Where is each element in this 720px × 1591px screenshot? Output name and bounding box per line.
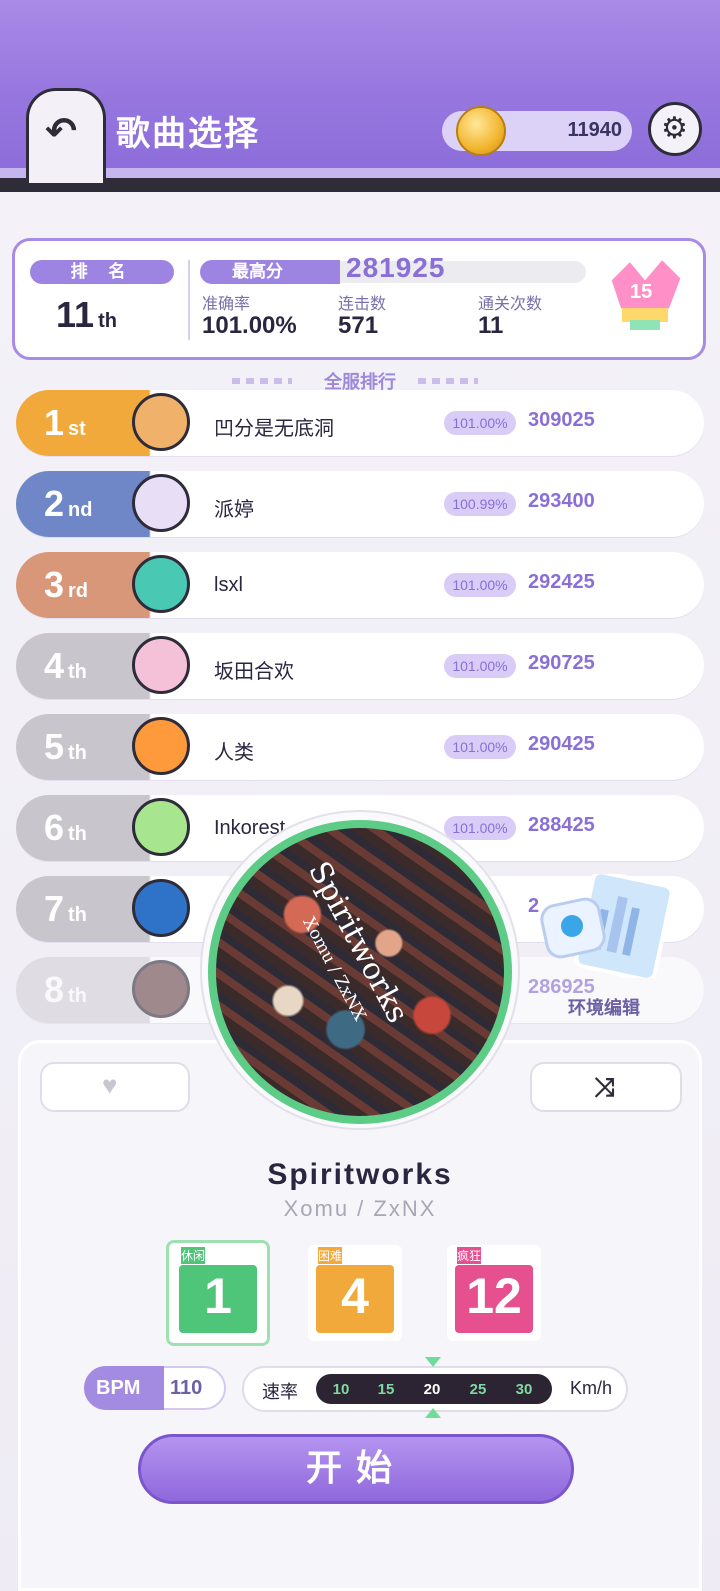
combo-value: 571 bbox=[338, 312, 379, 339]
difficulty-option[interactable]: 困难 4 bbox=[308, 1245, 402, 1341]
score: 309025 bbox=[528, 409, 595, 431]
accuracy-badge: 101.00% bbox=[444, 816, 516, 840]
back-arrow-icon: ↶ bbox=[45, 111, 77, 153]
settings-button[interactable]: ⚙ bbox=[648, 102, 702, 156]
leaderboard-row[interactable]: 5th 人类 101.00% 290425 bbox=[16, 714, 704, 780]
rank-suffix: th bbox=[68, 985, 87, 1007]
rank-number: 2 bbox=[44, 483, 65, 524]
clears-value: 11 bbox=[478, 312, 504, 339]
difficulty-level: 4 bbox=[341, 1268, 369, 1324]
difficulty-level: 12 bbox=[466, 1268, 522, 1324]
score: 292425 bbox=[528, 571, 595, 593]
avatar bbox=[132, 555, 190, 613]
speed-option[interactable]: 10 bbox=[326, 1381, 356, 1398]
player-name: 坂田合欢 bbox=[214, 661, 294, 683]
player-name: lsxl bbox=[214, 574, 243, 596]
rank-number: 3 bbox=[44, 564, 65, 605]
score: 293400 bbox=[528, 490, 595, 512]
coin-count: 11940 bbox=[567, 119, 622, 141]
difficulty-option[interactable]: 疯狂 12 bbox=[447, 1245, 541, 1341]
trophy-stamp-icon: 15 bbox=[608, 255, 684, 330]
rank-label: 排 名 bbox=[30, 260, 174, 284]
accuracy-badge: 101.00% bbox=[444, 654, 516, 678]
rank-number: 5 bbox=[44, 726, 65, 767]
avatar bbox=[132, 474, 190, 532]
gear-icon: ⚙ bbox=[661, 112, 688, 145]
best-score: 281925 bbox=[346, 252, 446, 283]
difficulty-option[interactable]: 休闲 1 bbox=[171, 1245, 265, 1341]
best-score-label: 最高分 bbox=[200, 260, 340, 284]
avatar bbox=[132, 393, 190, 451]
rank-suffix: th bbox=[68, 904, 87, 926]
accuracy-badge: 101.00% bbox=[444, 573, 516, 597]
rank-suffix: th bbox=[68, 823, 87, 845]
combo-label: 连击数 bbox=[338, 296, 387, 313]
divider bbox=[188, 260, 190, 340]
rank-suffix: th bbox=[68, 742, 87, 764]
heart-icon: ♥ bbox=[102, 1070, 118, 1100]
player-name: 人类 bbox=[214, 742, 254, 764]
rank-suffix: st bbox=[68, 418, 86, 440]
accuracy-value: 101.00% bbox=[202, 312, 297, 339]
rank-suffix: nd bbox=[68, 499, 93, 521]
start-button[interactable]: 开始 bbox=[138, 1434, 574, 1504]
speed-unit: Km/h bbox=[570, 1378, 613, 1398]
shuffle-button[interactable]: ⤨ bbox=[530, 1062, 682, 1112]
avatar bbox=[132, 879, 190, 937]
difficulty-label: 休闲 bbox=[181, 1247, 206, 1264]
score: 290425 bbox=[528, 733, 595, 755]
bpm-value: 110 bbox=[170, 1377, 203, 1399]
leaderboard-row[interactable]: 3rd lsxl 101.00% 292425 bbox=[16, 552, 704, 618]
player-name: 派婷 bbox=[214, 499, 254, 521]
shuffle-icon: ⤨ bbox=[594, 1072, 615, 1102]
accuracy-badge: 100.99% bbox=[444, 492, 516, 516]
header-bar bbox=[0, 0, 720, 192]
accuracy-badge: 101.00% bbox=[444, 411, 516, 435]
rank-number: 7 bbox=[44, 888, 65, 929]
environment-edit-icon[interactable] bbox=[538, 874, 672, 978]
speed-marker-top-icon bbox=[425, 1357, 441, 1367]
speed-option[interactable]: 25 bbox=[463, 1381, 493, 1398]
song-artist: Xomu / ZxNX bbox=[283, 1196, 437, 1221]
favorite-button[interactable]: ♥ bbox=[40, 1062, 190, 1112]
difficulty-label: 疯狂 bbox=[457, 1247, 482, 1264]
song-title: Spiritworks bbox=[267, 1158, 453, 1191]
avatar bbox=[132, 636, 190, 694]
score: 288425 bbox=[528, 814, 595, 836]
avatar bbox=[132, 960, 190, 1018]
leaderboard-row[interactable]: 4th 坂田合欢 101.00% 290725 bbox=[16, 633, 704, 699]
song-cover-art[interactable]: Spiritworks Xomu / ZxNX bbox=[216, 828, 504, 1116]
rank-number: 8 bbox=[44, 969, 65, 1010]
difficulty-label: 困难 bbox=[318, 1247, 343, 1264]
avatar bbox=[132, 717, 190, 775]
clears-label: 通关次数 bbox=[478, 296, 543, 313]
environment-edit-button[interactable]: 环境编辑 bbox=[568, 994, 640, 1020]
speed-option[interactable]: 15 bbox=[371, 1381, 401, 1398]
score: 290725 bbox=[528, 652, 595, 674]
leaderboard-row[interactable]: 2nd 派婷 100.99% 293400 bbox=[16, 471, 704, 537]
rank-suffix: rd bbox=[68, 580, 88, 602]
svg-text:15: 15 bbox=[630, 281, 652, 303]
decoration bbox=[418, 378, 478, 384]
bpm-label: BPM bbox=[84, 1366, 164, 1410]
back-button[interactable]: ↶ bbox=[26, 88, 106, 183]
speed-option[interactable]: 20 bbox=[417, 1381, 447, 1398]
page-title: 歌曲选择 bbox=[116, 115, 260, 153]
rank-suffix: th bbox=[68, 661, 87, 683]
rank-number: 1 bbox=[44, 402, 65, 443]
rank-number: 6 bbox=[44, 807, 65, 848]
leaderboard-row[interactable]: 1st 凹分是无底洞 101.00% 309025 bbox=[16, 390, 704, 456]
player-rank: 11th bbox=[56, 294, 117, 335]
speed-marker-bottom-icon bbox=[425, 1408, 441, 1418]
coin-icon bbox=[456, 106, 506, 156]
avatar bbox=[132, 798, 190, 856]
rank-number: 4 bbox=[44, 645, 65, 686]
accuracy-label: 准确率 bbox=[202, 296, 251, 313]
speed-option[interactable]: 30 bbox=[509, 1381, 539, 1398]
accuracy-badge: 101.00% bbox=[444, 735, 516, 759]
speed-label: 速率 bbox=[262, 1382, 298, 1402]
difficulty-level: 1 bbox=[204, 1268, 232, 1324]
player-name: 凹分是无底洞 bbox=[214, 418, 334, 440]
